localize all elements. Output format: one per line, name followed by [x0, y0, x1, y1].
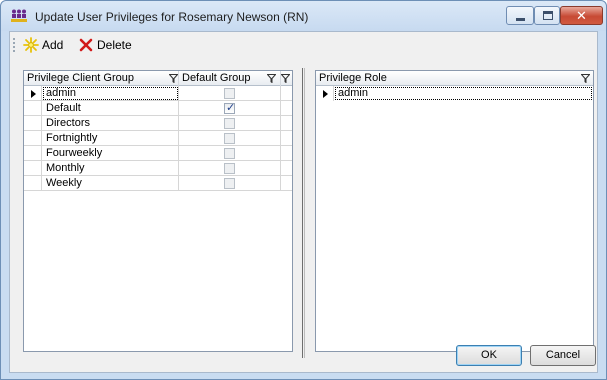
toolbar-grip[interactable]: [13, 38, 15, 52]
column-header-privilege-role-label: Privilege Role: [319, 72, 387, 84]
cancel-button[interactable]: Cancel: [530, 345, 596, 366]
dialog-window: Update User Privileges for Rosemary News…: [0, 0, 607, 380]
client-group-grid[interactable]: Privilege Client Group Default Group adm…: [23, 70, 293, 352]
current-row-arrow-icon: [31, 90, 36, 98]
table-row[interactable]: Weekly: [24, 176, 292, 191]
row-selector[interactable]: [24, 161, 42, 176]
row-selector[interactable]: [24, 116, 42, 131]
column-header-privilege-role[interactable]: Privilege Role: [316, 71, 593, 86]
default-group-checkbox[interactable]: [224, 88, 235, 99]
default-group-checkbox[interactable]: [224, 163, 235, 174]
privilege-role-grid-header: Privilege Role: [316, 71, 593, 86]
close-button[interactable]: ✕: [560, 6, 603, 25]
delete-button[interactable]: Delete: [78, 37, 132, 53]
default-group-cell[interactable]: [179, 176, 281, 191]
default-group-cell[interactable]: [179, 116, 281, 131]
add-button[interactable]: Add: [23, 37, 63, 53]
client-group-name-cell[interactable]: Default: [42, 101, 179, 116]
app-icon: [11, 9, 27, 22]
default-group-cell[interactable]: [179, 131, 281, 146]
current-row-arrow-icon: [323, 90, 328, 98]
column-header-extra[interactable]: [281, 71, 292, 86]
default-group-checkbox[interactable]: [224, 148, 235, 159]
table-row[interactable]: admin: [24, 86, 292, 101]
row-selector[interactable]: [24, 176, 42, 191]
maximize-button[interactable]: [534, 6, 560, 25]
filter-icon[interactable]: [281, 74, 290, 83]
default-group-cell[interactable]: [179, 161, 281, 176]
delete-button-label: Delete: [97, 38, 132, 52]
default-group-checkbox[interactable]: [224, 118, 235, 129]
table-row[interactable]: Monthly: [24, 161, 292, 176]
row-selector[interactable]: [24, 101, 42, 116]
toolbar: Add Delete: [10, 32, 597, 58]
client-group-name-cell[interactable]: Fortnightly: [42, 131, 179, 146]
column-header-default-group[interactable]: Default Group: [179, 71, 281, 86]
delete-x-icon: [79, 38, 93, 52]
window-title: Update User Privileges for Rosemary News…: [35, 10, 309, 24]
table-row[interactable]: Default ✓: [24, 101, 292, 116]
default-group-cell[interactable]: ✓: [179, 101, 281, 116]
default-group-checkbox[interactable]: [224, 178, 235, 189]
maximize-icon: [543, 11, 553, 20]
filter-icon[interactable]: [267, 74, 276, 83]
table-row[interactable]: admin: [316, 86, 593, 101]
filter-icon[interactable]: [581, 74, 590, 83]
default-group-checkbox[interactable]: [224, 133, 235, 144]
table-row[interactable]: Fourweekly: [24, 146, 292, 161]
privilege-role-name-cell[interactable]: admin: [334, 86, 593, 101]
client-group-name-cell[interactable]: Weekly: [42, 176, 179, 191]
default-group-cell[interactable]: [179, 146, 281, 161]
default-group-checkbox[interactable]: ✓: [224, 102, 236, 114]
ok-button[interactable]: OK: [456, 345, 522, 366]
client-group-name-cell[interactable]: Monthly: [42, 161, 179, 176]
row-selector[interactable]: [24, 131, 42, 146]
column-header-client-group-label: Privilege Client Group: [27, 72, 134, 84]
client-group-name-cell[interactable]: Fourweekly: [42, 146, 179, 161]
filter-icon[interactable]: [169, 74, 178, 83]
privilege-role-grid[interactable]: Privilege Role admin: [315, 70, 594, 352]
close-icon: ✕: [576, 8, 587, 23]
panel-splitter[interactable]: [302, 68, 305, 358]
column-header-client-group[interactable]: Privilege Client Group: [24, 71, 179, 86]
default-group-cell[interactable]: [179, 86, 281, 101]
client-group-grid-header: Privilege Client Group Default Group: [24, 71, 292, 86]
client-group-name-cell[interactable]: Directors: [42, 116, 179, 131]
row-selector[interactable]: [24, 86, 42, 101]
add-star-icon: [23, 37, 39, 53]
client-group-name-cell[interactable]: admin: [42, 86, 179, 101]
table-row[interactable]: Directors: [24, 116, 292, 131]
minimize-icon: [516, 18, 525, 21]
column-header-default-group-label: Default Group: [182, 72, 251, 84]
table-row[interactable]: Fortnightly: [24, 131, 292, 146]
row-selector[interactable]: [316, 86, 334, 101]
title-bar[interactable]: Update User Privileges for Rosemary News…: [1, 1, 606, 31]
row-selector[interactable]: [24, 146, 42, 161]
dialog-body: Add Delete Privilege Client Group Defaul…: [9, 31, 598, 373]
checkmark-icon: ✓: [226, 102, 236, 114]
add-button-label: Add: [42, 38, 64, 52]
minimize-button[interactable]: [506, 6, 534, 25]
